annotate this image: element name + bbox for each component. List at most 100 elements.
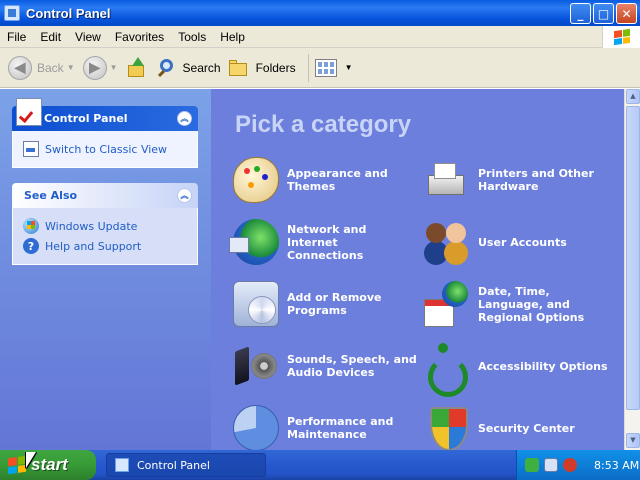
help-support-link[interactable]: ? Help and Support — [23, 236, 187, 256]
calendar-globe-icon — [424, 281, 470, 327]
toolbar: ◀ Back ▼ ▶ ▼ Search Folders ▼ — [0, 48, 640, 88]
taskbar-item-control-panel[interactable]: Control Panel — [106, 453, 266, 477]
control-panel-box-header[interactable]: Control Panel ︽ — [12, 98, 198, 131]
back-label: Back — [37, 60, 64, 75]
task-pane: Control Panel ︽ Switch to Classic View S… — [0, 89, 211, 450]
see-also-body: Windows Update ? Help and Support — [12, 208, 198, 265]
page-title: Pick a category — [235, 111, 412, 138]
windows-logo-icon — [602, 26, 640, 48]
switch-classic-view-link[interactable]: Switch to Classic View — [23, 139, 187, 159]
scroll-down-button[interactable]: ▼ — [626, 433, 640, 448]
windows-update-link[interactable]: Windows Update — [23, 216, 187, 236]
control-panel-box: Control Panel ︽ Switch to Classic View — [12, 98, 198, 168]
category-date-time-language[interactable]: Date, Time, Language, and Regional Optio… — [424, 281, 608, 327]
palette-icon — [233, 157, 279, 203]
search-icon — [156, 57, 178, 79]
network-icon — [229, 219, 279, 265]
folders-label: Folders — [255, 60, 296, 75]
category-label: Accessibility Options — [478, 359, 608, 373]
category-user-accounts[interactable]: User Accounts — [424, 219, 608, 265]
menu-bar: File Edit View Favorites Tools Help — [0, 26, 640, 48]
classic-view-icon — [23, 141, 39, 157]
folder-up-icon — [126, 56, 148, 79]
category-label: Performance and Maintenance — [287, 415, 394, 441]
minimize-button[interactable]: _ — [570, 3, 591, 24]
back-button[interactable]: ◀ Back ▼ — [8, 55, 75, 80]
pie-chart-icon — [233, 405, 279, 450]
vertical-scrollbar[interactable]: ▲ ▼ — [624, 89, 640, 450]
window-controls: _ □ ✕ — [570, 3, 637, 24]
printer-icon — [424, 157, 470, 203]
folders-button[interactable]: Folders — [228, 59, 296, 77]
control-panel-icon — [4, 5, 20, 21]
category-sounds-audio[interactable]: Sounds, Speech, and Audio Devices — [233, 343, 417, 389]
forward-arrow-icon: ▶ — [82, 55, 107, 80]
menu-tools[interactable]: Tools — [171, 30, 213, 44]
see-also-header[interactable]: See Also ︽ — [12, 183, 198, 208]
shield-icon — [424, 405, 470, 450]
toolbar-separator — [307, 53, 309, 82]
category-label: Network and Internet Connections — [287, 222, 367, 262]
title-bar[interactable]: Control Panel _ □ ✕ — [0, 0, 640, 26]
back-dropdown-icon[interactable]: ▼ — [67, 63, 75, 72]
windows-update-label: Windows Update — [45, 219, 138, 233]
folders-icon — [228, 59, 251, 77]
menu-favorites[interactable]: Favorites — [108, 30, 171, 44]
windows-flag-icon — [8, 455, 26, 475]
start-label: start — [31, 455, 68, 474]
search-label: Search — [182, 60, 221, 75]
volume-tray-icon[interactable] — [544, 458, 558, 472]
category-performance-maintenance[interactable]: Performance and Maintenance — [233, 405, 417, 450]
clock[interactable]: 8:53 AM — [594, 459, 639, 472]
category-view: Pick a category Appearance and Themes Ne… — [211, 89, 624, 450]
category-label: Date, Time, Language, and Regional Optio… — [478, 284, 585, 324]
see-also-box: See Also ︽ Windows Update ? Help and Sup… — [12, 183, 198, 265]
scroll-up-button[interactable]: ▲ — [626, 89, 640, 104]
back-arrow-icon: ◀ — [8, 55, 32, 80]
search-button[interactable]: Search — [156, 57, 221, 79]
menu-file[interactable]: File — [0, 30, 33, 44]
category-label: Security Center — [478, 421, 575, 435]
control-panel-check-icon — [16, 98, 42, 126]
help-support-label: Help and Support — [45, 239, 142, 253]
up-button[interactable] — [126, 56, 148, 79]
collapse-chevron-icon[interactable]: ︽ — [177, 188, 192, 203]
views-dropdown-icon[interactable]: ▼ — [345, 63, 353, 72]
mouse-cursor-icon — [26, 452, 36, 468]
menu-view[interactable]: View — [68, 30, 108, 44]
category-label: User Accounts — [478, 235, 567, 249]
views-button[interactable]: ▼ — [314, 58, 353, 77]
forward-button[interactable]: ▶ ▼ — [82, 55, 118, 80]
category-label: Appearance and Themes — [287, 167, 388, 193]
windows-update-icon — [23, 218, 39, 234]
taskbar-item-label: Control Panel — [137, 458, 210, 472]
start-button[interactable]: start — [0, 450, 96, 480]
control-panel-box-body: Switch to Classic View — [12, 131, 198, 168]
maximize-button[interactable]: □ — [593, 3, 614, 24]
category-security-center[interactable]: Security Center — [424, 405, 608, 450]
system-tray: 8:53 AM — [516, 450, 640, 480]
forward-dropdown-icon[interactable]: ▼ — [110, 63, 118, 72]
accessibility-icon — [424, 343, 470, 397]
category-printers-hardware[interactable]: Printers and Other Hardware — [424, 157, 608, 203]
help-icon: ? — [23, 238, 39, 254]
see-also-title: See Also — [24, 189, 78, 202]
taskbar: start Control Panel 8:53 AM — [0, 450, 640, 480]
menu-edit[interactable]: Edit — [33, 30, 68, 44]
users-icon — [424, 219, 470, 265]
control-panel-box-title: Control Panel — [44, 112, 128, 125]
network-tray-icon[interactable] — [525, 458, 539, 472]
window-title: Control Panel — [26, 5, 111, 21]
speaker-icon — [233, 343, 279, 389]
cd-box-icon — [233, 281, 279, 327]
collapse-chevron-icon[interactable]: ︽ — [177, 111, 192, 126]
category-add-remove-programs[interactable]: Add or Remove Programs — [233, 281, 417, 327]
menu-help[interactable]: Help — [213, 30, 252, 44]
category-label: Printers and Other Hardware — [478, 167, 594, 193]
category-accessibility[interactable]: Accessibility Options — [424, 343, 608, 397]
category-network-internet[interactable]: Network and Internet Connections — [229, 219, 417, 265]
close-button[interactable]: ✕ — [616, 3, 637, 24]
security-alert-tray-icon[interactable] — [563, 458, 577, 472]
category-appearance-themes[interactable]: Appearance and Themes — [233, 157, 417, 203]
scroll-thumb[interactable] — [626, 106, 640, 410]
